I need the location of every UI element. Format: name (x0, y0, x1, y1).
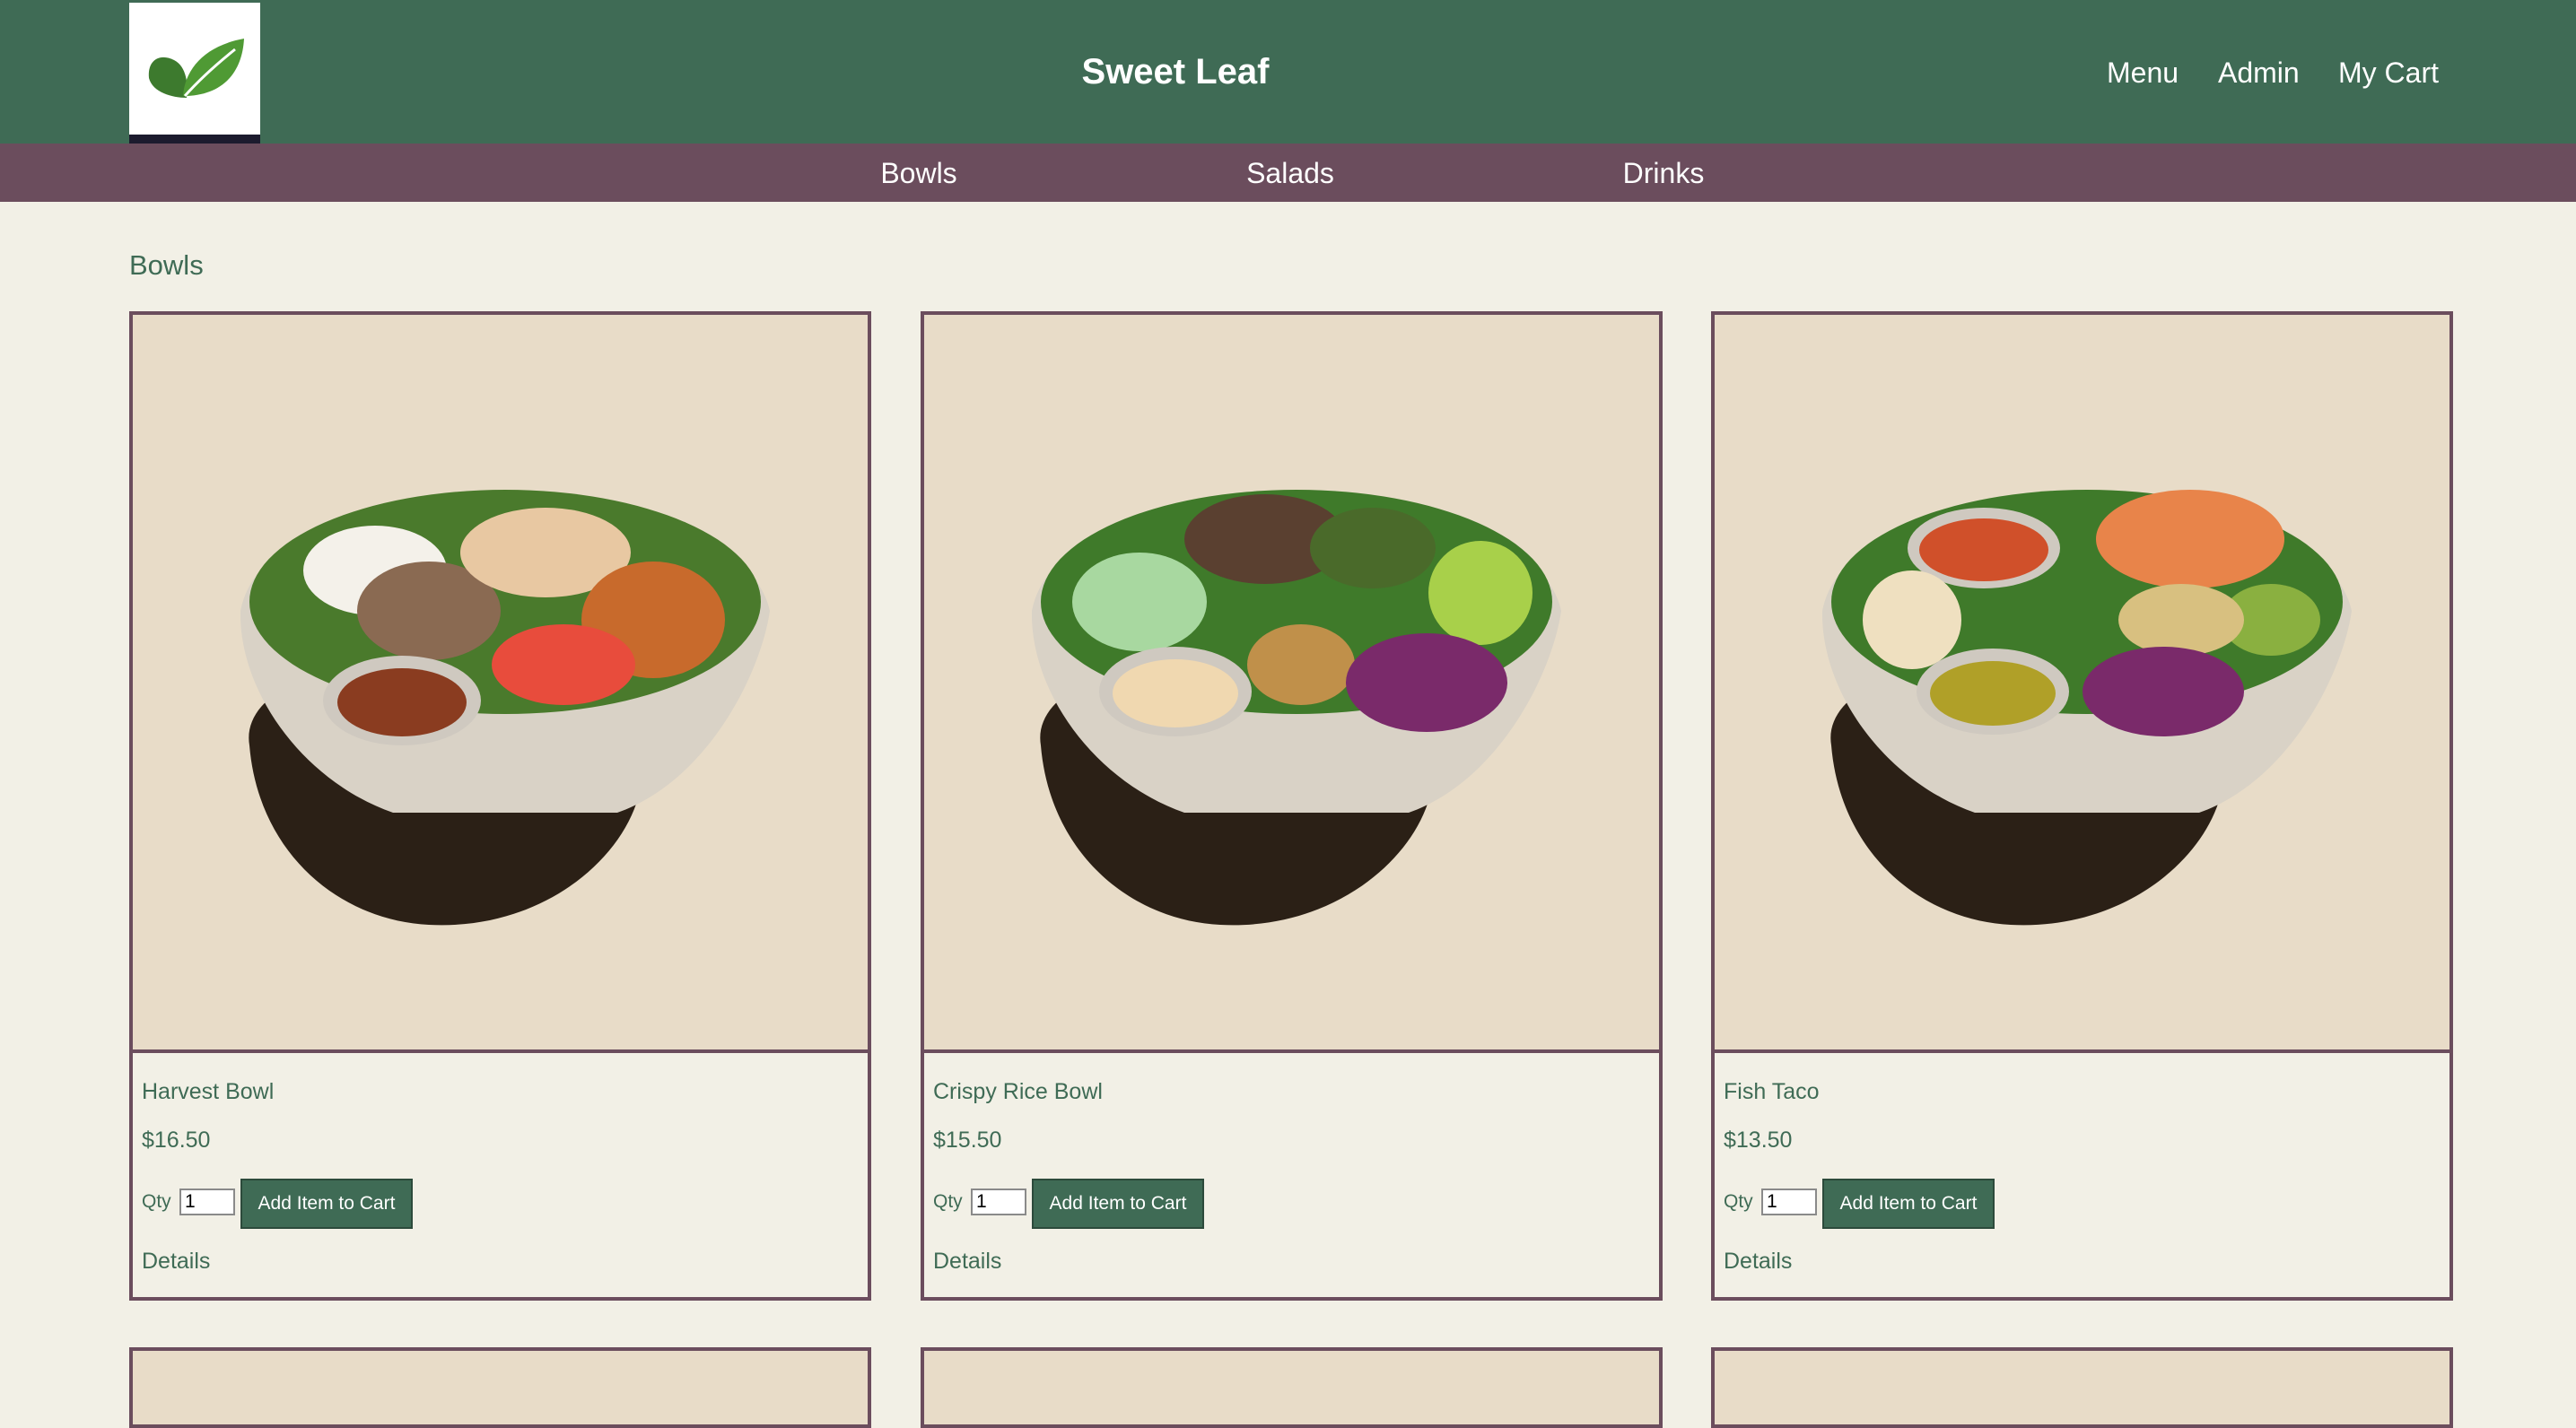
product-price: $15.50 (933, 1128, 1002, 1153)
product-card: Harvest Bowl $16.50 Qty Add Item to Cart… (129, 311, 871, 1301)
qty-label: Qty (933, 1191, 963, 1212)
qty-label: Qty (1724, 1191, 1753, 1212)
category-salads-link[interactable]: Salads (1235, 144, 1346, 202)
product-name: Harvest Bowl (142, 1079, 275, 1104)
logo[interactable] (129, 3, 260, 144)
product-card-partial[interactable] (921, 1347, 1663, 1428)
harvest-bowl-image (240, 490, 770, 926)
product-card: Fish Taco $13.50 Qty Add Item to Cart De… (1711, 311, 2453, 1301)
category-drinks-link[interactable]: Drinks (1611, 144, 1716, 202)
site-title: Sweet Leaf (1081, 52, 1270, 91)
add-to-cart-button[interactable]: Add Item to Cart (240, 1179, 413, 1229)
product-name: Crispy Rice Bowl (933, 1079, 1103, 1104)
product-image[interactable] (133, 315, 868, 1053)
product-image[interactable] (924, 315, 1659, 1053)
details-link[interactable]: Details (142, 1249, 210, 1275)
product-image[interactable] (1715, 315, 2449, 1053)
nav-my-cart-link[interactable]: My Cart (2338, 0, 2439, 144)
details-link[interactable]: Details (1724, 1249, 1792, 1275)
quantity-input[interactable] (1761, 1189, 1817, 1215)
details-link[interactable]: Details (933, 1249, 1001, 1275)
nav-menu-link[interactable]: Menu (2107, 0, 2179, 144)
quantity-input[interactable] (971, 1189, 1026, 1215)
logo-strip (129, 135, 260, 144)
product-card-partial[interactable] (1711, 1347, 2453, 1428)
fish-taco-bowl-image (1821, 490, 2352, 926)
add-to-cart-button[interactable]: Add Item to Cart (1032, 1179, 1204, 1229)
product-name: Fish Taco (1724, 1079, 1820, 1104)
nav-admin-link[interactable]: Admin (2218, 0, 2300, 144)
product-card: Crispy Rice Bowl $15.50 Qty Add Item to … (921, 311, 1663, 1301)
crispy-rice-bowl-image (1031, 490, 1561, 926)
product-card-partial[interactable] (129, 1347, 871, 1428)
product-price: $13.50 (1724, 1128, 1793, 1153)
add-to-cart-button[interactable]: Add Item to Cart (1822, 1179, 1995, 1229)
qty-label: Qty (142, 1191, 171, 1212)
product-price: $16.50 (142, 1128, 211, 1153)
site-header: Sweet Leaf Menu Admin My Cart (0, 0, 2576, 144)
category-nav: Bowls Salads Drinks (0, 144, 2576, 202)
leaf-logo-icon (148, 39, 244, 98)
quantity-input[interactable] (179, 1189, 235, 1215)
category-bowls-link[interactable]: Bowls (865, 144, 973, 202)
section-heading: Bowls (129, 249, 204, 281)
